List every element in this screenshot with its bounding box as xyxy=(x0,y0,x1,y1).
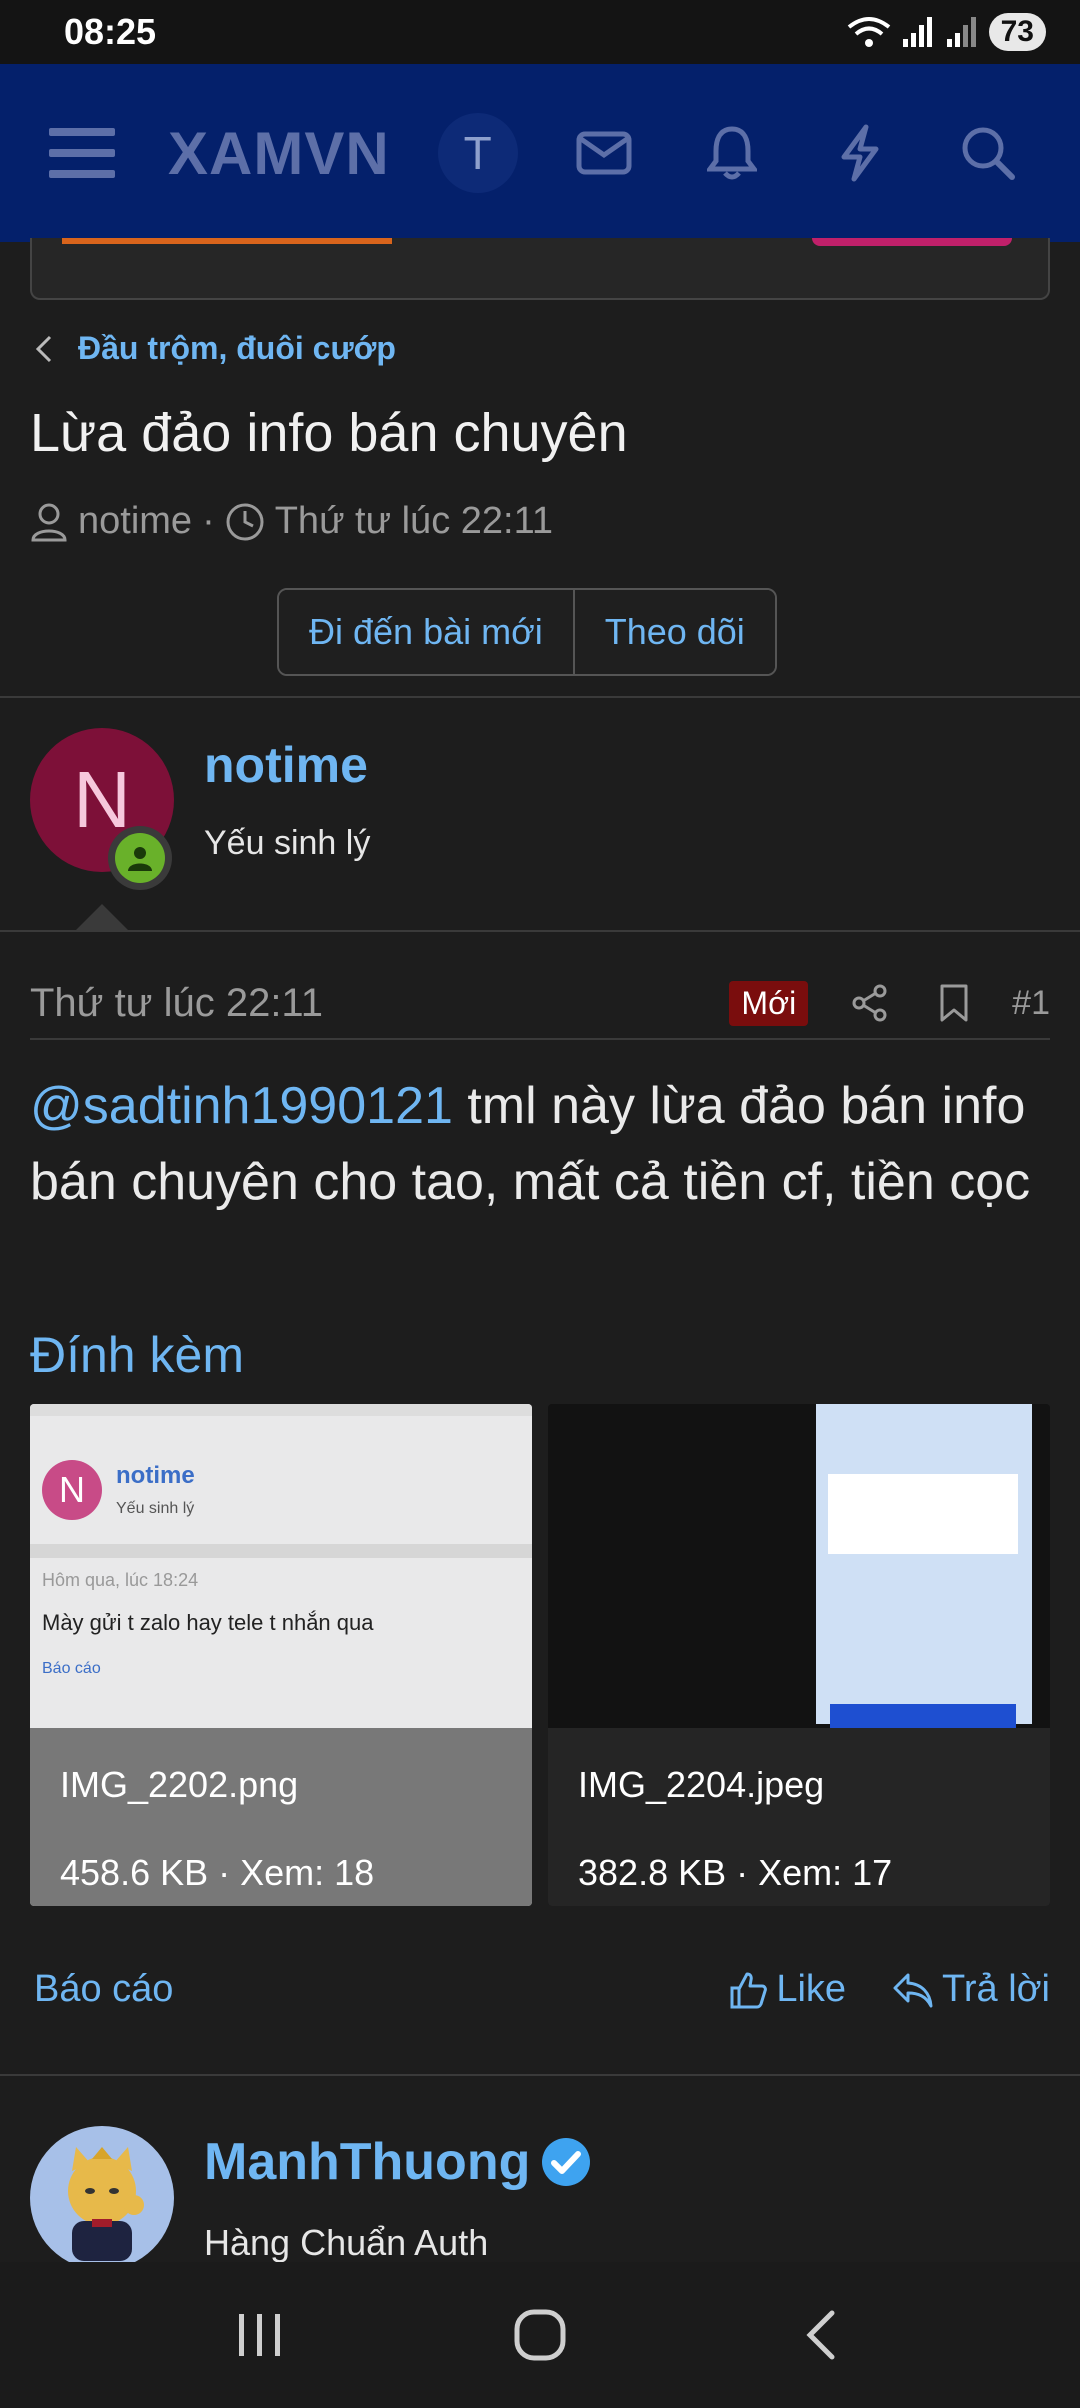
thumbnail-card xyxy=(828,1474,1018,1554)
reply-label: Trả lời xyxy=(942,1968,1050,2010)
home-button[interactable] xyxy=(495,2290,585,2380)
online-status-badge xyxy=(108,826,172,890)
new-badge: Mới xyxy=(729,980,809,1026)
bell-icon[interactable] xyxy=(690,111,774,195)
back-button[interactable] xyxy=(775,2290,865,2380)
status-icons: 73 xyxy=(847,13,1046,51)
status-bar: 08:25 73 xyxy=(0,0,1080,64)
signal-icon xyxy=(902,17,932,47)
thumbnail-report: Báo cáo xyxy=(42,1660,101,1677)
user-icon xyxy=(31,503,67,541)
user-title: Hàng Chuẩn Auth xyxy=(204,2222,489,2263)
wifi-icon xyxy=(847,17,890,47)
recent-apps-icon xyxy=(239,2314,280,2356)
thread-time[interactable]: Thứ tư lúc 22:11 xyxy=(275,500,553,543)
status-time: 08:25 xyxy=(64,11,157,52)
like-button[interactable]: Like xyxy=(728,1968,846,2011)
attachment-name: IMG_2204.jpeg xyxy=(578,1764,825,1805)
next-post-username-text[interactable]: ManhThuong xyxy=(204,2132,530,2192)
divider xyxy=(0,930,1080,932)
signal-icon-2 xyxy=(946,17,976,47)
thread-title: Lừa đảo info bán chuyên xyxy=(30,403,628,463)
post-meta-bar: Thứ tư lúc 22:11 Mới #1 xyxy=(30,968,1050,1040)
attachment-thumbnail[interactable]: N notime Yếu sinh lý Hôm qua, lúc 18:24 … xyxy=(30,1404,532,1906)
site-logo[interactable]: XAMVN xyxy=(168,119,390,188)
attachment-caption: IMG_2204.jpeg 382.8 KB · Xem: 17 xyxy=(548,1728,1050,1906)
account-avatar[interactable]: T xyxy=(437,113,518,193)
divider xyxy=(0,696,1080,698)
back-icon xyxy=(806,2310,835,2360)
attachment-info: 382.8 KB · Xem: 17 xyxy=(578,1852,893,1893)
lightning-icon[interactable] xyxy=(818,111,902,195)
thumbnail-text: Mày gửi t zalo hay tele t nhắn qua xyxy=(42,1610,374,1635)
banner-accent xyxy=(62,238,392,244)
thumbnail-phone-screen xyxy=(816,1404,1032,1724)
avatar[interactable] xyxy=(30,2126,174,2270)
thread-button-group: Đi đến bài mới Theo dõi xyxy=(277,588,777,676)
meta-separator: · xyxy=(202,500,215,542)
share-icon[interactable] xyxy=(844,977,896,1029)
search-icon[interactable] xyxy=(946,111,1030,195)
thumbs-up-icon xyxy=(730,1972,768,2008)
online-user-icon xyxy=(128,847,152,871)
post-username[interactable]: notime xyxy=(204,736,368,794)
home-icon xyxy=(514,2309,566,2361)
thumbnail-username: notime xyxy=(116,1462,195,1489)
inbox-icon[interactable] xyxy=(562,111,646,195)
banner-ad[interactable] xyxy=(30,238,1050,300)
banner-accent-2 xyxy=(812,238,1012,246)
thread-author[interactable]: notime xyxy=(78,500,192,543)
menu-icon[interactable] xyxy=(40,111,124,195)
thumbnail-button xyxy=(830,1704,1016,1728)
recent-apps-button[interactable] xyxy=(215,2290,305,2380)
thread-meta: notime · Thứ tư lúc 22:11 xyxy=(30,500,553,543)
reply-button[interactable]: Trả lời xyxy=(892,1968,1050,2011)
attachment-info: 458.6 KB · Xem: 18 xyxy=(60,1852,375,1893)
post-body: @sadtinh1990121 tml này lừa đảo bán info… xyxy=(30,1068,1050,1220)
reply-icon xyxy=(893,1973,933,2007)
site-header: XAMVN T xyxy=(0,64,1080,242)
thumbnail-divider xyxy=(30,1544,532,1558)
battery-indicator: 73 xyxy=(988,13,1046,51)
clock-icon xyxy=(226,503,264,540)
next-post-username[interactable]: ManhThuong xyxy=(204,2132,592,2192)
post-actions: Báo cáo Like Trả lời xyxy=(34,1968,1050,2011)
divider xyxy=(0,2074,1080,2076)
breadcrumb-link[interactable]: Đầu trộm, đuôi cướp xyxy=(78,330,396,367)
attachments-title: Đính kèm xyxy=(30,1327,244,1383)
attachment-name: IMG_2202.png xyxy=(60,1764,299,1805)
go-to-new-post-button[interactable]: Đi đến bài mới xyxy=(279,590,573,674)
thumbnail-avatar: N xyxy=(42,1460,102,1520)
breadcrumb[interactable]: Đầu trộm, đuôi cướp xyxy=(34,330,396,367)
post-date[interactable]: Thứ tư lúc 22:11 xyxy=(30,981,729,1026)
lucky-cat-avatar-icon xyxy=(68,2147,144,2261)
thumbnail-date: Hôm qua, lúc 18:24 xyxy=(42,1570,199,1590)
post-number[interactable]: #1 xyxy=(1012,984,1050,1023)
verified-badge-icon xyxy=(542,2138,591,2186)
system-nav-bar xyxy=(0,2262,1080,2408)
user-title: Yếu sinh lý xyxy=(204,824,371,862)
bookmark-icon[interactable] xyxy=(928,977,980,1029)
attachment-thumbnail[interactable]: IMG_2204.jpeg 382.8 KB · Xem: 17 xyxy=(548,1404,1050,1906)
attachment-caption: IMG_2202.png 458.6 KB · Xem: 18 xyxy=(30,1728,532,1906)
like-label: Like xyxy=(776,1968,847,2010)
user-mention[interactable]: @sadtinh1990121 xyxy=(30,1077,453,1135)
post-user-block: N notime Yếu sinh lý xyxy=(30,728,1050,898)
chevron-left-icon xyxy=(35,335,52,362)
next-post-user-block: ManhThuong Hàng Chuẩn Auth xyxy=(30,2126,1050,2270)
thumbnail-header-bar xyxy=(30,1404,532,1416)
thumbnail-user-title: Yếu sinh lý xyxy=(116,1500,195,1517)
report-link[interactable]: Báo cáo xyxy=(34,1968,682,2011)
post-pointer-arrow xyxy=(74,904,130,932)
follow-button[interactable]: Theo dõi xyxy=(572,590,775,674)
